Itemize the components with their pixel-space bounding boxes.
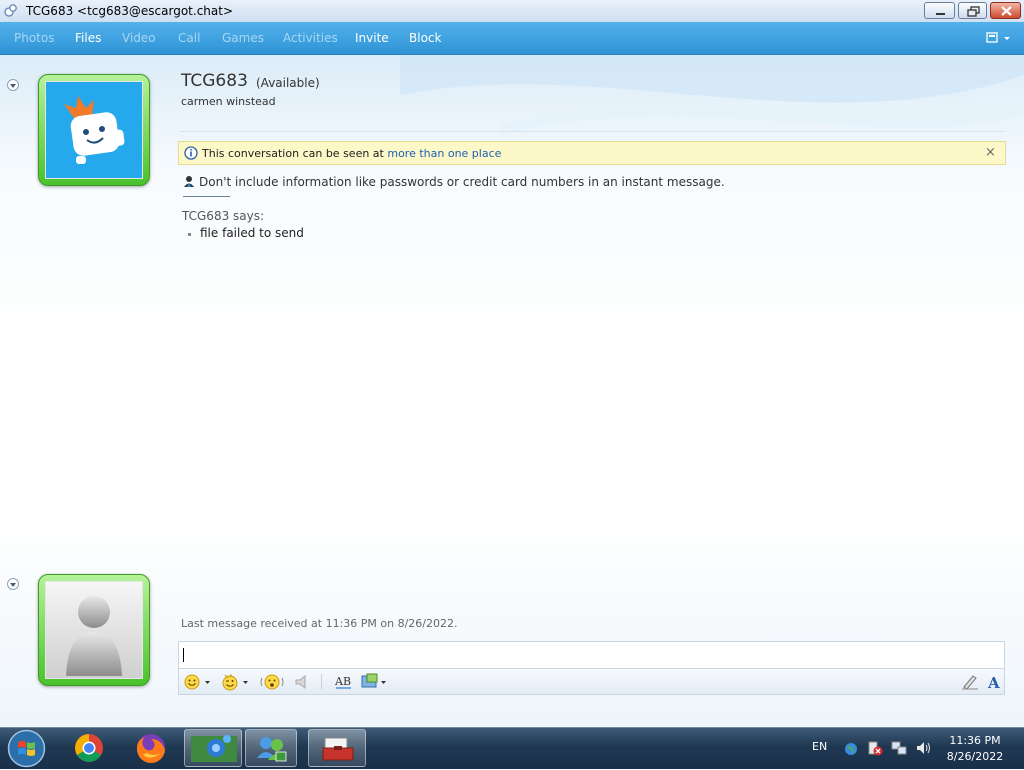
firefox-icon bbox=[136, 734, 165, 764]
collapse-contact-button[interactable] bbox=[7, 79, 19, 91]
close-button[interactable] bbox=[990, 2, 1021, 19]
menu-games[interactable]: Games bbox=[222, 31, 264, 45]
minimize-button[interactable] bbox=[924, 2, 955, 19]
action-center-alert-icon[interactable] bbox=[867, 740, 883, 756]
message-input[interactable] bbox=[178, 641, 1005, 668]
messenger-app-icon[interactable] bbox=[3, 3, 19, 19]
taskbar-control-panel[interactable] bbox=[184, 729, 242, 767]
language-indicator[interactable]: EN bbox=[812, 740, 827, 753]
nudge-icon[interactable] bbox=[259, 673, 285, 691]
header-divider bbox=[180, 131, 1005, 132]
chrome-icon bbox=[75, 734, 103, 762]
voice-clip-icon[interactable] bbox=[293, 673, 313, 691]
menu-invite[interactable]: Invite bbox=[355, 31, 389, 45]
font-icon[interactable]: A bbox=[985, 673, 1003, 691]
taskbar-toolbox[interactable] bbox=[308, 729, 366, 767]
network-globe-icon[interactable] bbox=[843, 740, 859, 756]
menu-files[interactable]: Files bbox=[75, 31, 101, 45]
privacy-warning-text: Don't include information like passwords… bbox=[199, 175, 725, 189]
handwriting-icon[interactable] bbox=[960, 673, 980, 691]
volume-icon[interactable] bbox=[915, 740, 931, 756]
last-message-status: Last message received at 11:36 PM on 8/2… bbox=[181, 617, 458, 630]
clock-date: 8/26/2022 bbox=[946, 750, 1004, 763]
default-user-icon bbox=[66, 596, 122, 676]
multiple-location-infobar: This conversation can be seen at more th… bbox=[178, 141, 1006, 165]
title-bar: TCG683 <tcg683@escargot.chat> bbox=[0, 0, 1024, 23]
messenger-icon bbox=[257, 737, 287, 762]
escargot-avatar-icon bbox=[46, 82, 142, 178]
control-panel-icon bbox=[191, 735, 237, 762]
input-toolbar: AB A bbox=[178, 668, 1005, 695]
contact-personal-message: carmen winstead bbox=[181, 95, 276, 108]
user-avatar[interactable] bbox=[38, 574, 150, 686]
window-title: TCG683 <tcg683@escargot.chat> bbox=[26, 4, 234, 18]
taskbar-chrome[interactable] bbox=[62, 729, 117, 767]
taskbar-firefox[interactable] bbox=[123, 729, 178, 767]
taskbar-messenger[interactable] bbox=[245, 729, 297, 767]
warning-person-icon bbox=[184, 176, 194, 187]
infobar-close-icon[interactable]: × bbox=[985, 145, 996, 160]
contact-avatar[interactable] bbox=[38, 74, 150, 186]
background-icon[interactable] bbox=[361, 673, 389, 691]
menu-call[interactable]: Call bbox=[178, 31, 200, 45]
emoticon-icon[interactable] bbox=[183, 673, 213, 691]
network-icon[interactable] bbox=[891, 740, 907, 756]
start-button-icon[interactable] bbox=[7, 729, 46, 768]
contact-name: TCG683 bbox=[181, 71, 248, 91]
privacy-warning: Don't include information like passwords… bbox=[183, 175, 725, 189]
menu-options-icon[interactable] bbox=[985, 30, 1013, 46]
spelling-icon[interactable]: AB bbox=[333, 673, 355, 691]
restore-button[interactable] bbox=[958, 2, 987, 19]
toolbar-separator bbox=[321, 674, 322, 690]
conversation-window: TCG683 (Available) carmen winstead This … bbox=[0, 55, 1024, 727]
svg-text:A: A bbox=[987, 674, 1000, 691]
infobar-text: This conversation can be seen at bbox=[202, 147, 388, 160]
message-text: file failed to send bbox=[200, 226, 304, 240]
clock-time: 11:36 PM bbox=[949, 734, 1001, 747]
wink-icon[interactable] bbox=[221, 673, 251, 691]
more-than-one-place-link[interactable]: more than one place bbox=[387, 147, 501, 160]
collapse-user-button[interactable] bbox=[7, 578, 19, 590]
header-swoosh-decoration bbox=[400, 55, 1024, 135]
text-caret bbox=[183, 648, 184, 662]
taskbar: EN 11:36 PM 8/26/2022 bbox=[0, 727, 1024, 769]
menu-block[interactable]: Block bbox=[409, 31, 441, 45]
menu-photos[interactable]: Photos bbox=[14, 31, 54, 45]
sender-line: TCG683 says: bbox=[182, 209, 265, 223]
menu-bar: Photos Files Video Call Games Activities… bbox=[0, 22, 1024, 55]
message-separator bbox=[183, 196, 230, 197]
menu-activities[interactable]: Activities bbox=[283, 31, 338, 45]
toolbox-icon bbox=[322, 737, 354, 761]
message-bullet bbox=[188, 233, 191, 236]
svg-text:AB: AB bbox=[334, 675, 351, 688]
info-icon bbox=[184, 146, 198, 160]
system-clock[interactable]: 11:36 PM 8/26/2022 bbox=[940, 733, 1010, 765]
menu-video[interactable]: Video bbox=[122, 31, 156, 45]
contact-status: (Available) bbox=[256, 76, 320, 90]
